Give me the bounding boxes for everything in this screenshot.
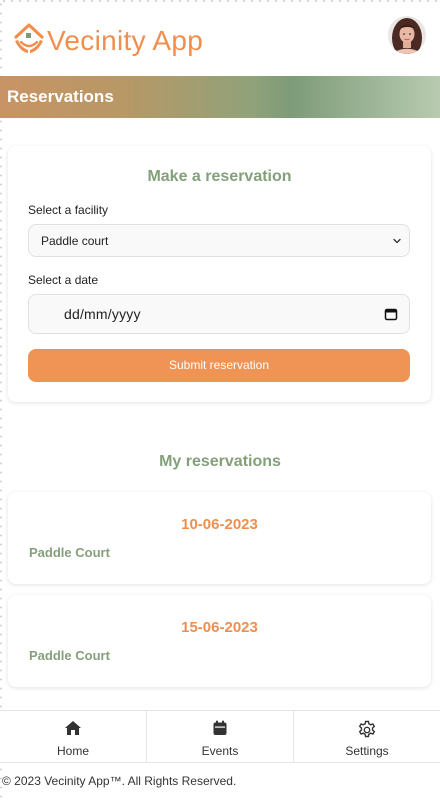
date-input[interactable]: dd/mm/yyyy: [28, 294, 410, 334]
app-header: Vecinity App: [0, 0, 440, 76]
decorative-dotted-border-left: [0, 0, 2, 802]
page-title: Reservations: [7, 87, 114, 106]
user-avatar[interactable]: [388, 16, 426, 54]
nav-item-events[interactable]: Events: [147, 711, 294, 762]
date-input-placeholder: dd/mm/yyyy: [64, 306, 141, 322]
app-logo[interactable]: Vecinity App: [12, 14, 212, 64]
nav-label-home: Home: [56, 744, 89, 758]
footer-copyright: © 2023 Vecinity App™. All Rights Reserve…: [2, 774, 237, 788]
gear-icon: [357, 720, 377, 740]
my-reservations-title: My reservations: [159, 453, 281, 470]
app-name: Vecinity App: [47, 25, 204, 56]
calendar-icon[interactable]: [384, 307, 398, 321]
calendar-icon: [212, 720, 228, 736]
bottom-navigation: Home Events Settings: [0, 710, 440, 763]
date-label: Select a date: [28, 273, 99, 287]
submit-reservation-button[interactable]: Submit reservation: [28, 349, 410, 382]
page-title-banner: Reservations: [0, 76, 440, 118]
house-hands-icon: [14, 23, 44, 53]
facility-select-value: Paddle court: [41, 234, 109, 248]
reservation-facility: Paddle Court: [29, 648, 110, 663]
form-title: Make a reservation: [147, 168, 292, 185]
reservation-card[interactable]: 15-06-2023 Paddle Court: [8, 595, 431, 687]
reservation-facility: Paddle Court: [29, 545, 110, 560]
facility-select[interactable]: Paddle court: [28, 224, 410, 257]
reservation-card[interactable]: 10-06-2023 Paddle Court: [8, 492, 431, 584]
nav-label-settings: Settings: [345, 744, 389, 758]
home-icon: [64, 720, 82, 736]
reservation-date: 10-06-2023: [181, 516, 258, 533]
nav-label-events: Events: [201, 744, 239, 758]
chevron-down-icon: [393, 238, 401, 244]
nav-item-settings[interactable]: Settings: [294, 711, 440, 762]
reservation-form-card: Make a reservation Select a facility Pad…: [8, 146, 431, 402]
nav-item-home[interactable]: Home: [0, 711, 147, 762]
facility-label: Select a facility: [28, 203, 109, 217]
reservation-date: 15-06-2023: [181, 619, 258, 636]
